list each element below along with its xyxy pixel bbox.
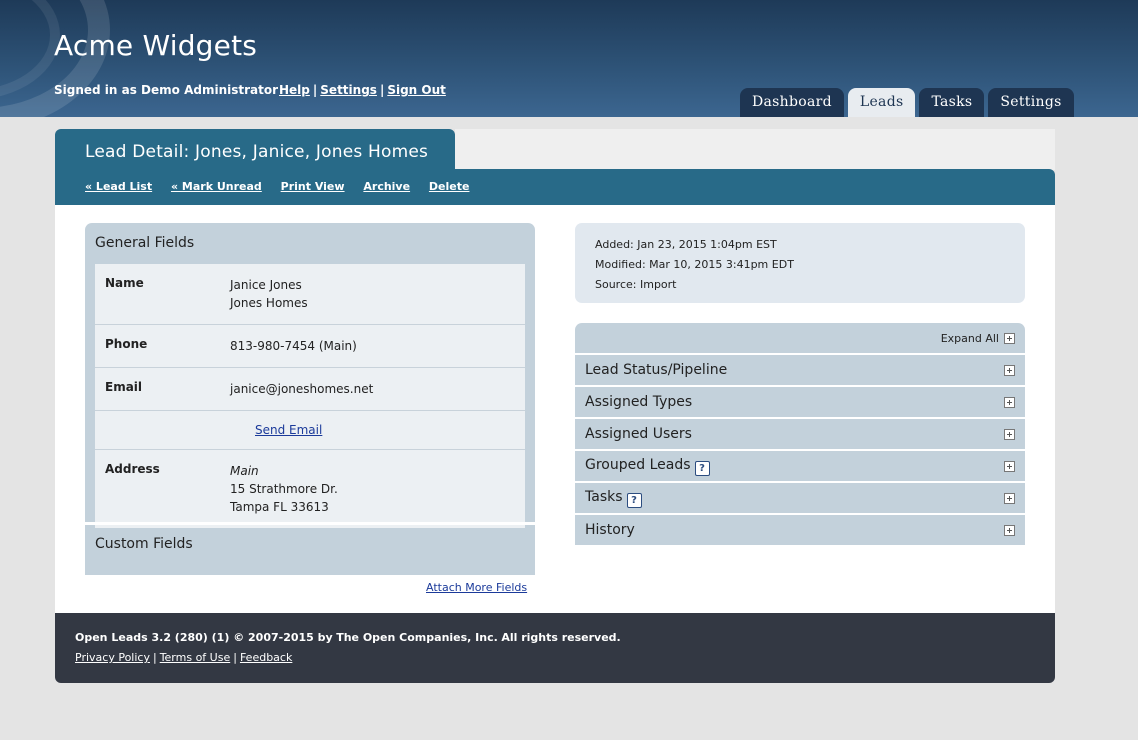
send-email-row: Send Email	[95, 411, 525, 450]
address-city: Tampa FL 33613	[230, 500, 329, 514]
detail-accordion: Expand All Lead Status/Pipeline Assigned…	[575, 323, 1025, 547]
app-header: Acme Widgets Signed in as Demo Administr…	[0, 0, 1138, 117]
phone-row: Phone 813-980-7454 (Main)	[95, 325, 525, 368]
tab-leads[interactable]: Leads	[847, 88, 916, 117]
accordion-lead-status-pipeline[interactable]: Lead Status/Pipeline	[575, 355, 1025, 385]
email-label: Email	[105, 380, 143, 394]
email-value: janice@joneshomes.net	[230, 382, 374, 396]
plus-icon	[1004, 332, 1015, 344]
attach-more-fields-link[interactable]: Attach More Fields	[426, 581, 527, 594]
accordion-label: Assigned Users	[585, 426, 692, 442]
general-fields-heading: General Fields	[95, 235, 195, 251]
custom-fields-heading: Custom Fields	[95, 536, 193, 552]
contact-name: Janice Jones	[230, 278, 302, 292]
plus-icon	[1004, 460, 1015, 472]
expand-all-button[interactable]: Expand All	[575, 323, 1025, 353]
general-fields-table: Name Janice Jones Jones Homes Phone 813-…	[95, 264, 525, 528]
page-title: Lead Detail: Jones, Janice, Jones Homes	[55, 129, 455, 170]
phone-value: 813-980-7454 (Main)	[230, 339, 357, 353]
header-links: Help | Settings | Sign Out	[279, 83, 446, 97]
tab-settings[interactable]: Settings	[988, 88, 1074, 117]
section-divider	[85, 522, 535, 525]
added-date: Added: Jan 23, 2015 1:04pm EST	[595, 238, 777, 251]
feedback-link[interactable]: Feedback	[240, 651, 292, 664]
delete-link[interactable]: Delete	[429, 180, 470, 193]
panel-title-filler	[455, 129, 1055, 170]
version-text: Open Leads 3.2 (280) (1) © 2007-2015 by	[75, 631, 333, 644]
email-row: Email janice@joneshomes.net	[95, 368, 525, 411]
address-street: 15 Strathmore Dr.	[230, 482, 338, 496]
name-value: Janice Jones Jones Homes	[230, 276, 308, 312]
accordion-label: History	[585, 522, 635, 538]
accordion-history[interactable]: History	[575, 515, 1025, 545]
plus-icon	[1004, 492, 1015, 504]
sign-out-link[interactable]: Sign Out	[387, 83, 446, 97]
send-email-link[interactable]: Send Email	[255, 423, 322, 437]
address-row: Address Main 15 Strathmore Dr. Tampa FL …	[95, 450, 525, 528]
expand-all-label: Expand All	[940, 331, 999, 345]
app-title: Acme Widgets	[54, 29, 258, 62]
accordion-label: Grouped Leads	[585, 456, 691, 473]
accordion-grouped-leads[interactable]: Grouped Leads?	[575, 451, 1025, 481]
link-separator: |	[233, 651, 237, 664]
accordion-assigned-users[interactable]: Assigned Users	[575, 419, 1025, 449]
rights-text: All rights reserved.	[501, 631, 621, 644]
link-separator: |	[312, 83, 318, 97]
main-nav-tabs: Dashboard Leads Tasks Settings	[740, 88, 1074, 117]
accordion-label-wrap: Grouped Leads?	[585, 457, 710, 476]
settings-link[interactable]: Settings	[320, 83, 377, 97]
plus-icon	[1004, 364, 1015, 376]
company-name: The Open Companies, Inc.	[336, 631, 498, 644]
company-name: Jones Homes	[230, 296, 308, 310]
help-icon[interactable]: ?	[694, 460, 710, 476]
archive-link[interactable]: Archive	[363, 180, 410, 193]
modified-date: Modified: Mar 10, 2015 3:41pm EDT	[595, 258, 794, 271]
plus-icon	[1004, 396, 1015, 408]
help-link[interactable]: Help	[279, 83, 310, 97]
lead-list-link[interactable]: « Lead List	[85, 180, 152, 193]
plus-icon	[1004, 524, 1015, 536]
help-icon[interactable]: ?	[626, 492, 642, 508]
lead-source: Source: Import	[595, 278, 677, 291]
copyright-line: Open Leads 3.2 (280) (1) © 2007-2015 by …	[75, 628, 1055, 648]
accordion-label: Lead Status/Pipeline	[585, 362, 728, 378]
address-value: Main 15 Strathmore Dr. Tampa FL 33613	[230, 462, 338, 516]
lead-detail-content: General Fields Name Janice Jones Jones H…	[55, 205, 1055, 613]
signed-in-text: Signed in as Demo Administrator	[54, 83, 279, 97]
accordion-label: Tasks	[585, 488, 623, 505]
lead-action-bar: « Lead List « Mark Unread Print View Arc…	[55, 169, 1055, 205]
accordion-assigned-types[interactable]: Assigned Types	[575, 387, 1025, 417]
accordion-label: Assigned Types	[585, 394, 693, 410]
plus-icon	[1004, 428, 1015, 440]
footer-links: Privacy Policy | Terms of Use | Feedback	[75, 648, 1055, 668]
link-separator: |	[152, 651, 157, 664]
name-row: Name Janice Jones Jones Homes	[95, 264, 525, 325]
lead-meta-box: Added: Jan 23, 2015 1:04pm EST Modified:…	[575, 223, 1025, 303]
general-fields-box: General Fields Name Janice Jones Jones H…	[85, 223, 535, 575]
phone-label: Phone	[105, 337, 148, 351]
mark-unread-link[interactable]: « Mark Unread	[171, 180, 262, 193]
privacy-policy-link[interactable]: Privacy Policy	[75, 651, 150, 664]
page-footer: Open Leads 3.2 (280) (1) © 2007-2015 by …	[55, 613, 1055, 683]
tab-dashboard[interactable]: Dashboard	[740, 88, 844, 117]
print-view-link[interactable]: Print View	[281, 180, 345, 193]
accordion-tasks[interactable]: Tasks?	[575, 483, 1025, 513]
accordion-label-wrap: Tasks?	[585, 489, 642, 508]
address-type: Main	[230, 464, 259, 478]
terms-of-use-link[interactable]: Terms of Use	[160, 651, 231, 664]
link-separator: |	[379, 83, 385, 97]
address-label: Address	[105, 462, 160, 476]
name-label: Name	[105, 276, 144, 290]
tab-tasks[interactable]: Tasks	[919, 88, 985, 117]
